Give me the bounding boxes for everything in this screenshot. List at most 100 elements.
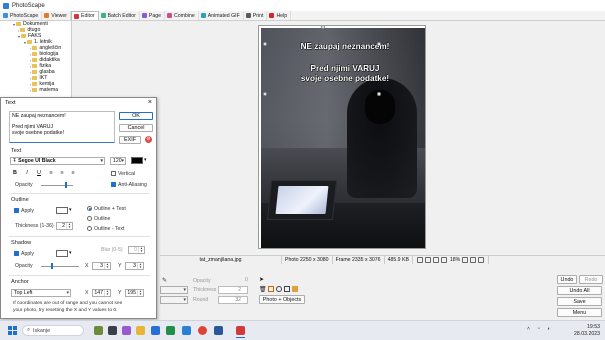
tab-page[interactable]: Page xyxy=(140,11,165,20)
anti-aliasing-checkbox[interactable] xyxy=(111,182,116,187)
outline-minus-text-radio[interactable] xyxy=(87,226,92,231)
tab-batch-editor[interactable]: Batch Editor xyxy=(99,11,140,20)
text-object[interactable]: NE zaupaj neznancem! Pred njimi VARUJ sv… xyxy=(271,42,419,84)
spinner-icon[interactable]: ▲ ▼ xyxy=(104,263,110,269)
edge-icon[interactable] xyxy=(182,326,191,335)
tab-editor[interactable]: Editor xyxy=(71,11,99,20)
resize-handle[interactable] xyxy=(263,42,267,46)
tab-animated-gif[interactable]: Animated GIF xyxy=(199,11,244,20)
spinner-icon[interactable]: ▲ ▼ xyxy=(138,247,144,253)
object-thickness-input[interactable]: 2 xyxy=(218,286,248,294)
photoscape-taskbar-icon[interactable] xyxy=(236,326,245,335)
italic-icon[interactable]: I xyxy=(24,170,30,176)
pointer-icon[interactable]: ➤ xyxy=(259,276,264,283)
shadow-x-input[interactable]: 3 ▲ ▼ xyxy=(92,262,111,270)
zoom-icon[interactable] xyxy=(462,257,469,263)
photo-frame[interactable]: NE zaupaj neznancem! Pred njimi VARUJ sv… xyxy=(258,25,426,249)
copy-icon[interactable] xyxy=(276,286,282,292)
text-input[interactable]: NE zaupaj neznancem! Pred njimi VARUJ sv… xyxy=(9,111,115,143)
resize-handle[interactable] xyxy=(377,92,381,96)
outline-thickness-input[interactable]: 2 ▲ ▼ xyxy=(56,222,73,230)
exif-button[interactable]: EXIF xyxy=(119,136,141,144)
clear-icon[interactable]: ⊘ xyxy=(145,136,152,143)
font-select[interactable]: Ŧ Segoe UI Black ▾ xyxy=(10,157,105,165)
volume-icon[interactable]: ◖ xyxy=(547,326,550,332)
align-left-icon[interactable]: ≡ xyxy=(48,170,54,176)
task-view-icon[interactable] xyxy=(108,326,117,335)
tree-item[interactable]: › matema xyxy=(30,87,58,93)
file-explorer-icon[interactable] xyxy=(136,326,145,335)
anchor-y-input[interactable]: 195 ▲ ▼ xyxy=(125,289,144,297)
font-size-select[interactable]: 120 ▾ xyxy=(110,157,126,165)
object-round-input[interactable]: 32 xyxy=(218,296,248,304)
shadow-color-swatch[interactable] xyxy=(56,250,68,257)
tab-combine[interactable]: Combine xyxy=(165,11,199,20)
text-color-swatch[interactable] xyxy=(131,157,143,164)
zoom-in-icon[interactable] xyxy=(440,257,447,263)
outline-color-swatch[interactable] xyxy=(56,207,68,214)
fit-icon[interactable] xyxy=(416,257,423,263)
tab-photoscape[interactable]: PhotoScape xyxy=(1,11,43,20)
cancel-button[interactable]: Cancel xyxy=(119,124,153,132)
shadow-opacity-thumb[interactable] xyxy=(51,263,53,269)
mail-icon[interactable] xyxy=(151,326,160,335)
word-icon[interactable] xyxy=(214,326,223,335)
excel-icon[interactable] xyxy=(166,326,175,335)
layers-icon[interactable] xyxy=(292,286,298,292)
dropdown-arrow-icon[interactable]: ▾ xyxy=(69,250,72,256)
tray-chevron-icon[interactable]: ˄ xyxy=(527,326,530,332)
tab-print[interactable]: Print xyxy=(244,11,268,20)
pen-icon[interactable]: ✎ xyxy=(162,277,167,284)
tab-help[interactable]: Help xyxy=(267,11,292,20)
object-style-combo[interactable]: ▾ xyxy=(160,286,188,294)
actual-size-icon[interactable] xyxy=(424,257,431,263)
clock-date[interactable]: 28.03.2023 xyxy=(569,331,600,337)
chat-icon[interactable] xyxy=(122,326,131,335)
trash-icon[interactable]: 🗑 xyxy=(259,286,267,293)
outline-apply-checkbox[interactable] xyxy=(14,208,19,213)
anchor-x-input[interactable]: 147 ▲ ▼ xyxy=(92,289,111,297)
spinner-icon[interactable]: ▲ ▼ xyxy=(137,290,143,296)
grid-icon[interactable] xyxy=(478,257,485,263)
outline-only-radio[interactable] xyxy=(87,216,92,221)
tab-viewer[interactable]: Viewer xyxy=(42,11,72,20)
redo-button[interactable]: Redo xyxy=(579,275,603,284)
dropdown-arrow-icon[interactable]: ▾ xyxy=(69,207,72,213)
vertical-checkbox[interactable] xyxy=(111,171,116,176)
text-opacity-thumb[interactable] xyxy=(65,182,67,188)
undo-all-button[interactable]: Undo All xyxy=(557,286,602,295)
photo-icon[interactable] xyxy=(268,286,274,292)
align-right-icon[interactable]: ≡ xyxy=(70,170,76,176)
close-icon[interactable]: × xyxy=(148,99,152,106)
spinner-icon[interactable]: ▲ ▼ xyxy=(66,223,72,229)
start-icon[interactable] xyxy=(8,326,17,335)
object-type-combo[interactable]: ▾ xyxy=(160,296,188,304)
spinner-icon[interactable]: ▲ ▼ xyxy=(104,290,110,296)
shadow-apply-checkbox[interactable] xyxy=(14,251,19,256)
clipboard-icon[interactable] xyxy=(284,286,290,292)
anchor-select[interactable]: Top Left ▾ xyxy=(11,289,71,297)
shadow-opacity-slider[interactable] xyxy=(41,266,79,267)
ok-button[interactable]: OK xyxy=(119,112,153,120)
resize-handle[interactable] xyxy=(377,42,381,46)
dropdown-arrow-icon[interactable]: ▾ xyxy=(144,157,147,163)
photo-objects-button[interactable]: Photo + Objects xyxy=(259,295,305,304)
undo-button[interactable]: Undo xyxy=(557,275,577,284)
widgets-icon[interactable] xyxy=(94,326,103,335)
rotate-handle[interactable] xyxy=(321,26,325,29)
text-opacity-slider[interactable] xyxy=(41,185,73,186)
align-center-icon[interactable]: ≡ xyxy=(59,170,65,176)
save-button[interactable]: Save xyxy=(557,297,602,306)
bold-icon[interactable]: B xyxy=(12,170,18,176)
clock-time[interactable]: 19:53 xyxy=(578,324,600,330)
shadow-blur-input[interactable]: 0 ▲ ▼ xyxy=(128,246,145,254)
wifi-icon[interactable]: ◔ xyxy=(537,326,540,332)
menu-button[interactable]: Menu xyxy=(557,308,602,317)
spinner-icon[interactable]: ▲ ▼ xyxy=(137,263,143,269)
taskbar-search[interactable]: ⌕ Iskanje xyxy=(22,325,84,336)
chrome-icon[interactable] xyxy=(198,326,207,335)
compare-icon[interactable] xyxy=(470,257,477,263)
zoom-out-icon[interactable] xyxy=(432,257,439,263)
shadow-y-input[interactable]: 3 ▲ ▼ xyxy=(125,262,144,270)
underline-icon[interactable]: U xyxy=(36,170,42,176)
